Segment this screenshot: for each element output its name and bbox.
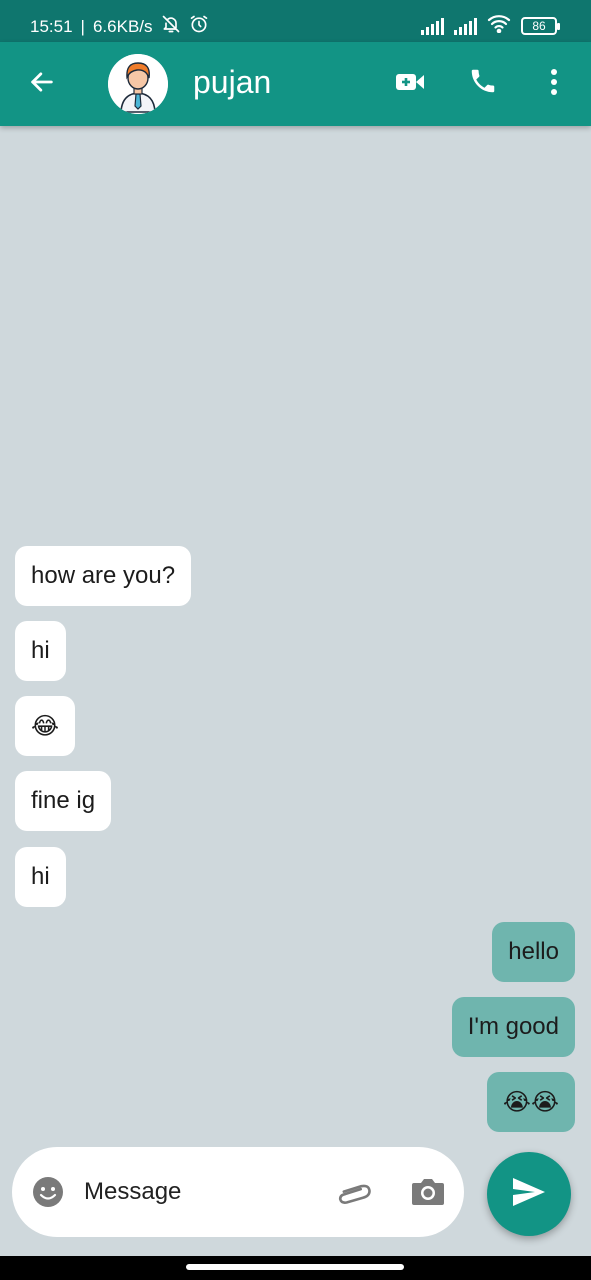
home-indicator[interactable] xyxy=(186,1264,404,1270)
avatar[interactable] xyxy=(108,54,168,114)
message-bubble-incoming[interactable]: hi xyxy=(15,621,66,681)
message-bubble-outgoing[interactable]: I'm good xyxy=(451,997,575,1057)
signal-icon xyxy=(421,17,444,35)
alarm-icon xyxy=(189,14,209,39)
message-bubble-incoming[interactable]: hi xyxy=(15,847,66,907)
message-list[interactable]: how are you? hi 😂 fine ig hi hello I'm g… xyxy=(0,126,591,1136)
chat-header: pujan xyxy=(0,42,591,126)
send-icon xyxy=(511,1176,547,1213)
phone-icon xyxy=(468,66,498,101)
emoji-icon xyxy=(32,1177,64,1212)
message-bubble-outgoing[interactable]: hello xyxy=(492,922,575,982)
video-call-icon xyxy=(395,71,425,98)
voice-call-button[interactable] xyxy=(466,66,500,100)
emoji-button[interactable] xyxy=(32,1176,64,1208)
status-time: 15:51 xyxy=(30,16,73,36)
more-vert-icon xyxy=(550,68,558,101)
network-speed: 6.6KB/s xyxy=(92,16,153,36)
status-bar: 15:51 | 6.6KB/s 86 xyxy=(0,0,591,42)
camera-icon xyxy=(410,1179,446,1211)
status-separator: | xyxy=(80,16,85,36)
video-call-button[interactable] xyxy=(394,68,426,100)
back-button[interactable] xyxy=(26,66,58,102)
battery-icon: 86 xyxy=(521,16,560,35)
message-bubble-incoming[interactable]: 😂 xyxy=(15,696,76,756)
signal-icon xyxy=(454,17,477,35)
camera-button[interactable] xyxy=(410,1175,446,1209)
arrow-left-icon xyxy=(28,68,56,101)
attach-button[interactable] xyxy=(338,1177,372,1207)
message-bubble-outgoing[interactable]: 😭😭 xyxy=(486,1072,575,1132)
status-left: 15:51 | 6.6KB/s xyxy=(30,14,209,39)
message-composer xyxy=(12,1147,464,1237)
wifi-icon xyxy=(487,13,511,38)
battery-level: 86 xyxy=(532,18,546,33)
paperclip-icon xyxy=(338,1184,372,1211)
message-input[interactable] xyxy=(84,1173,324,1211)
contact-name[interactable]: pujan xyxy=(193,64,271,101)
status-right: 86 xyxy=(421,13,560,38)
message-bubble-incoming[interactable]: how are you? xyxy=(15,546,192,606)
message-bubble-incoming[interactable]: fine ig xyxy=(15,771,112,831)
more-options-button[interactable] xyxy=(540,66,568,102)
mute-icon xyxy=(161,14,181,39)
send-button[interactable] xyxy=(487,1152,571,1236)
